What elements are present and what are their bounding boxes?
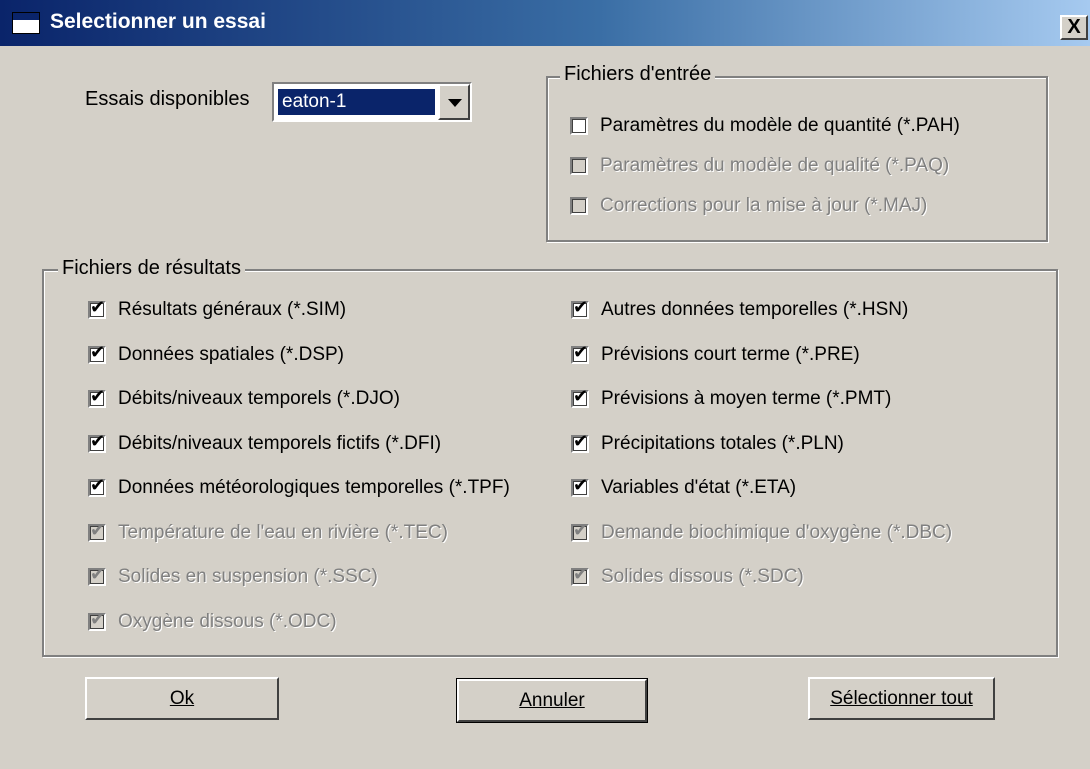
result-files-group bbox=[42, 269, 1058, 657]
checkbox-box[interactable] bbox=[88, 386, 106, 408]
title-bar: Selectionner un essai bbox=[0, 0, 1090, 46]
input-file-checkbox-1[interactable]: Paramètres du modèle de quantité (*.PAH) bbox=[570, 112, 960, 140]
checkbox-label: Résultats généraux (*.SIM) bbox=[118, 299, 347, 320]
essais-label: Essais disponibles bbox=[85, 88, 250, 110]
result-right-checkbox-4[interactable]: Précipitations totales (*.PLN) bbox=[571, 430, 844, 458]
checkbox-label: Oxygène dissous (*.ODC) bbox=[118, 610, 337, 632]
checkbox-label: Paramètres du modèle de quantité (*.PAH) bbox=[600, 115, 960, 136]
close-button[interactable]: X bbox=[1060, 15, 1088, 40]
checkbox-label: Corrections pour la mise à jour (*.MAJ) bbox=[600, 195, 928, 216]
select-all-button[interactable]: Sélectionner tout bbox=[808, 677, 995, 720]
checkbox-label: Variables d'état (*.ETA) bbox=[601, 477, 797, 498]
result-left-checkbox-6: Température de l'eau en rivière (*.TEC) bbox=[88, 519, 448, 547]
checkbox-label: Paramètres du modèle de qualité (*.PAQ) bbox=[600, 155, 950, 176]
checkbox-label: Débits/niveaux temporels fictifs (*.DFI) bbox=[118, 432, 442, 454]
checkbox-label: Prévisions court terme (*.PRE) bbox=[601, 343, 860, 365]
result-right-checkbox-2[interactable]: Prévisions court terme (*.PRE) bbox=[571, 341, 860, 369]
checkbox-box bbox=[571, 520, 589, 542]
checkbox-box[interactable] bbox=[571, 297, 589, 319]
checkbox-box bbox=[88, 609, 106, 631]
result-files-title: Fichiers de résultats bbox=[58, 257, 245, 280]
result-left-checkbox-2[interactable]: Données spatiales (*.DSP) bbox=[88, 341, 344, 369]
result-right-checkbox-7: Solides dissous (*.SDC) bbox=[571, 563, 804, 591]
checkbox-label: Données spatiales (*.DSP) bbox=[118, 343, 344, 365]
checkbox-box[interactable] bbox=[571, 475, 589, 497]
checkbox-box[interactable] bbox=[571, 431, 589, 453]
checkbox-label: Solides dissous (*.SDC) bbox=[601, 566, 804, 587]
checkbox-box[interactable] bbox=[88, 297, 106, 319]
cancel-button-label: Annuler bbox=[519, 689, 585, 711]
checkbox-box bbox=[571, 564, 589, 586]
ok-button[interactable]: Ok bbox=[85, 677, 279, 720]
checkbox-label: Autres données temporelles (*.HSN) bbox=[601, 299, 909, 320]
input-file-checkbox-2: Paramètres du modèle de qualité (*.PAQ) bbox=[570, 152, 949, 180]
checkbox-box[interactable] bbox=[88, 475, 106, 497]
result-right-checkbox-3[interactable]: Prévisions à moyen terme (*.PMT) bbox=[571, 385, 891, 413]
checkbox-box[interactable] bbox=[88, 342, 106, 364]
chevron-down-icon[interactable] bbox=[438, 84, 470, 120]
input-file-checkbox-3: Corrections pour la mise à jour (*.MAJ) bbox=[570, 192, 927, 220]
checkbox-box bbox=[570, 197, 588, 215]
result-left-checkbox-7: Solides en suspension (*.SSC) bbox=[88, 563, 378, 591]
checkbox-label: Température de l'eau en rivière (*.TEC) bbox=[118, 521, 448, 543]
result-left-checkbox-4[interactable]: Débits/niveaux temporels fictifs (*.DFI) bbox=[88, 430, 441, 458]
window-title: Selectionner un essai bbox=[50, 10, 266, 33]
result-right-checkbox-5[interactable]: Variables d'état (*.ETA) bbox=[571, 474, 796, 502]
window-icon bbox=[12, 12, 40, 34]
result-left-checkbox-3[interactable]: Débits/niveaux temporels (*.DJO) bbox=[88, 385, 400, 413]
essais-combobox[interactable]: eaton-1 bbox=[272, 82, 472, 122]
checkbox-box bbox=[570, 157, 588, 175]
checkbox-box[interactable] bbox=[571, 342, 589, 364]
result-left-checkbox-8: Oxygène dissous (*.ODC) bbox=[88, 608, 337, 636]
checkbox-label: Données météorologiques temporelles (*.T… bbox=[118, 477, 510, 498]
cancel-button[interactable]: Annuler bbox=[456, 678, 648, 723]
checkbox-box bbox=[88, 564, 106, 586]
essais-selected-value: eaton-1 bbox=[278, 89, 435, 115]
checkbox-box[interactable] bbox=[570, 117, 588, 135]
input-files-title: Fichiers d'entrée bbox=[560, 63, 716, 86]
checkbox-box[interactable] bbox=[571, 386, 589, 408]
checkbox-label: Prévisions à moyen terme (*.PMT) bbox=[601, 388, 892, 409]
result-left-checkbox-1[interactable]: Résultats généraux (*.SIM) bbox=[88, 296, 346, 324]
checkbox-label: Demande biochimique d'oxygène (*.DBC) bbox=[601, 521, 953, 543]
result-right-checkbox-6: Demande biochimique d'oxygène (*.DBC) bbox=[571, 519, 952, 547]
checkbox-label: Solides en suspension (*.SSC) bbox=[118, 566, 378, 587]
checkbox-box bbox=[88, 520, 106, 542]
result-left-checkbox-5[interactable]: Données météorologiques temporelles (*.T… bbox=[88, 474, 510, 502]
select-all-button-label: Sélectionner tout bbox=[830, 687, 973, 709]
checkbox-label: Débits/niveaux temporels (*.DJO) bbox=[118, 388, 400, 409]
checkbox-label: Précipitations totales (*.PLN) bbox=[601, 432, 844, 454]
checkbox-box[interactable] bbox=[88, 431, 106, 453]
ok-button-label: Ok bbox=[169, 687, 195, 709]
result-right-checkbox-1[interactable]: Autres données temporelles (*.HSN) bbox=[571, 296, 908, 324]
